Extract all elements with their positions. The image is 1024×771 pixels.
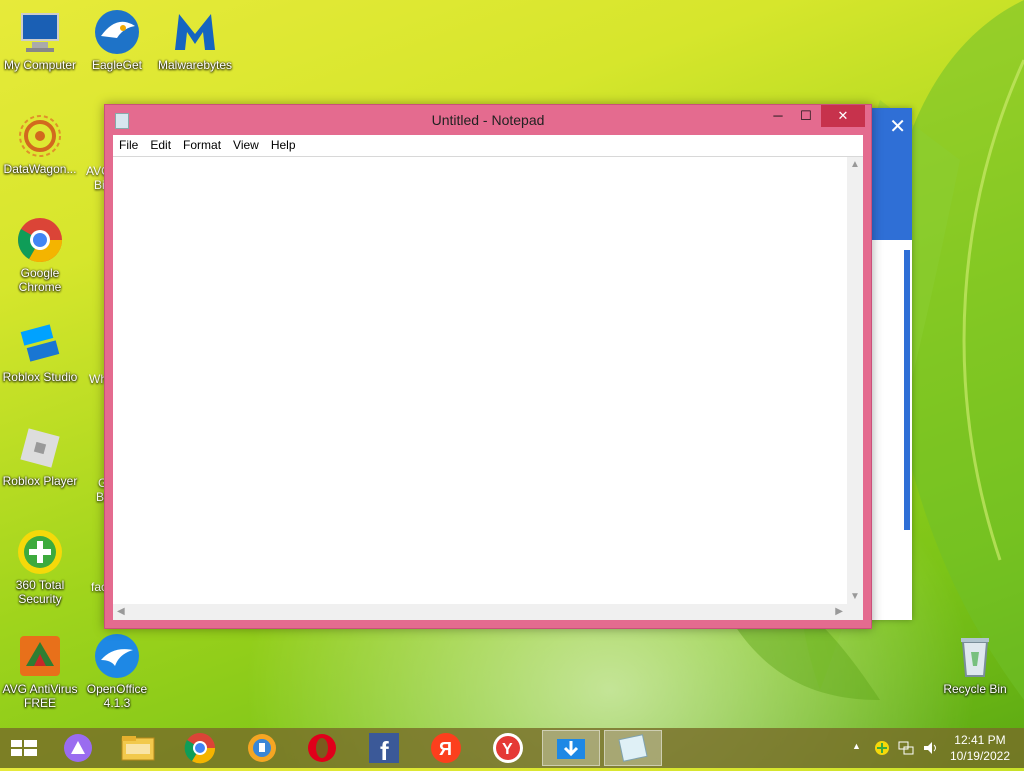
opera-icon xyxy=(308,734,336,762)
scroll-right-icon[interactable]: ▶ xyxy=(835,606,843,617)
horizontal-scrollbar[interactable]: ◀ ▶ xyxy=(113,604,847,620)
desktop-icon-label: DataWagon... xyxy=(3,162,77,176)
clock-time: 12:41 PM xyxy=(954,733,1006,747)
menu-help[interactable]: Help xyxy=(265,135,302,156)
desktop-icon-openoffice[interactable]: OpenOffice 4.1.3 xyxy=(77,632,157,710)
window-title: Untitled - Notepad xyxy=(431,112,545,128)
download-icon xyxy=(557,739,585,759)
desktop-icon-label: Roblox Studio xyxy=(2,370,78,384)
desktop-icon-label: Recycle Bin xyxy=(943,682,1007,696)
eagleget-icon xyxy=(93,8,141,56)
desktop-icon-label: Roblox Player xyxy=(2,474,78,488)
openoffice-icon xyxy=(93,632,141,680)
scroll-down-icon[interactable]: ▼ xyxy=(850,591,860,602)
avg-icon xyxy=(16,632,64,680)
notepad-window[interactable]: Untitled - Notepad ─ ☐ ✕ File Edit Format V… xyxy=(104,104,872,629)
desktop-icon-label: Google Chrome xyxy=(18,266,62,294)
system-clock[interactable]: 12:41 PM 10/19/2022 xyxy=(950,732,1010,764)
start-button[interactable] xyxy=(0,730,48,766)
desktop-icon-360-total-security[interactable]: 360 Total Security xyxy=(0,528,80,606)
vertical-scrollbar[interactable]: ▲ ▼ xyxy=(847,157,863,604)
taskbar-chrome[interactable] xyxy=(176,730,224,766)
taskbar-opera[interactable] xyxy=(298,730,346,766)
folder-icon xyxy=(121,736,155,761)
desktop-icon-malwarebytes[interactable]: Malwarebytes xyxy=(155,8,235,72)
svg-text:f: f xyxy=(380,736,389,766)
background-window[interactable]: ✕ xyxy=(870,108,912,620)
svg-text:Я: Я xyxy=(439,739,452,759)
desktop-icon-label: EagleGet xyxy=(91,58,143,72)
background-window-header: ✕ xyxy=(870,108,912,240)
desktop-icon-label: My Computer xyxy=(3,58,77,72)
close-icon[interactable]: ✕ xyxy=(889,114,906,139)
desktop-icon-eagleget[interactable]: EagleGet xyxy=(77,8,157,72)
taskbar-cortana[interactable] xyxy=(54,730,102,766)
minimize-button[interactable]: ─ xyxy=(765,105,791,127)
size-grip[interactable] xyxy=(847,604,863,620)
desktop-icon-roblox-studio[interactable]: Roblox Studio xyxy=(0,320,80,384)
desktop-icon-label: OpenOffice 4.1.3 xyxy=(86,682,148,710)
datawagon-icon xyxy=(16,112,64,160)
malwarebytes-icon xyxy=(171,8,219,56)
recycle-bin-icon xyxy=(951,632,999,680)
360-browser-icon xyxy=(248,734,276,762)
menu-bar: File Edit Format View Help xyxy=(113,135,863,157)
text-editor-area[interactable]: ▲ ▼ ◀ ▶ xyxy=(113,157,863,620)
desktop-icon-label: 360 Total Security xyxy=(15,578,65,606)
close-icon: ✕ xyxy=(837,108,849,123)
taskbar-yandex[interactable]: Я xyxy=(422,730,470,766)
windows-icon xyxy=(11,740,37,756)
show-hidden-icons-icon[interactable]: ▲ xyxy=(852,741,861,751)
clock-date: 10/19/2022 xyxy=(949,749,1010,763)
menu-edit[interactable]: Edit xyxy=(144,135,177,156)
scroll-up-icon[interactable]: ▲ xyxy=(850,159,860,170)
roblox-studio-icon xyxy=(16,320,64,368)
desktop-icon-avg[interactable]: AVG AntiVirus FREE xyxy=(0,632,80,710)
desktop-icon-label: AVG AntiVirus FREE xyxy=(2,682,78,710)
yandex-icon: Я xyxy=(431,733,461,763)
maximize-button[interactable]: ☐ xyxy=(793,105,819,127)
menu-file[interactable]: File xyxy=(113,135,144,156)
facebook-icon: f xyxy=(369,733,399,766)
360-tray-icon[interactable] xyxy=(874,740,890,759)
desktop-icon-datawagon[interactable]: DataWagon... xyxy=(0,112,80,176)
network-icon[interactable] xyxy=(898,740,914,759)
scroll-left-icon[interactable]: ◀ xyxy=(117,606,125,617)
menu-view[interactable]: View xyxy=(227,135,265,156)
taskbar-downloader[interactable] xyxy=(542,730,600,766)
desktop-icon-my-computer[interactable]: My Computer xyxy=(0,8,80,72)
computer-icon xyxy=(16,8,64,56)
svg-text:Y: Y xyxy=(502,741,513,758)
taskbar-file-explorer[interactable] xyxy=(114,730,162,766)
desktop-icon-recycle-bin[interactable]: Recycle Bin xyxy=(935,632,1015,696)
close-button[interactable]: ✕ xyxy=(821,105,865,127)
chrome-icon xyxy=(184,733,216,764)
360-security-icon xyxy=(16,528,64,576)
taskbar-notepad[interactable] xyxy=(604,730,662,766)
chrome-icon xyxy=(16,216,64,264)
taskbar-yandex-browser[interactable]: Y xyxy=(484,730,532,766)
roblox-player-icon xyxy=(16,424,64,472)
cortana-icon xyxy=(64,734,92,762)
background-window-scrollbar[interactable] xyxy=(904,250,910,530)
desktop-icon-label: Malwarebytes xyxy=(157,58,233,72)
taskbar: f Я Y ▲ 12:41 PM 10/19/2022 xyxy=(0,728,1024,768)
desktop-icon-google-chrome[interactable]: Google Chrome xyxy=(0,216,80,294)
yandex-browser-icon: Y xyxy=(493,733,523,763)
notepad-icon xyxy=(618,734,648,762)
minimize-icon: ─ xyxy=(773,108,783,123)
maximize-icon: ☐ xyxy=(800,108,812,123)
taskbar-facebook[interactable]: f xyxy=(360,730,408,766)
taskbar-360-browser[interactable] xyxy=(238,730,286,766)
volume-icon[interactable] xyxy=(922,740,940,759)
desktop-icon-roblox-player[interactable]: Roblox Player xyxy=(0,424,80,488)
menu-format[interactable]: Format xyxy=(177,135,227,156)
